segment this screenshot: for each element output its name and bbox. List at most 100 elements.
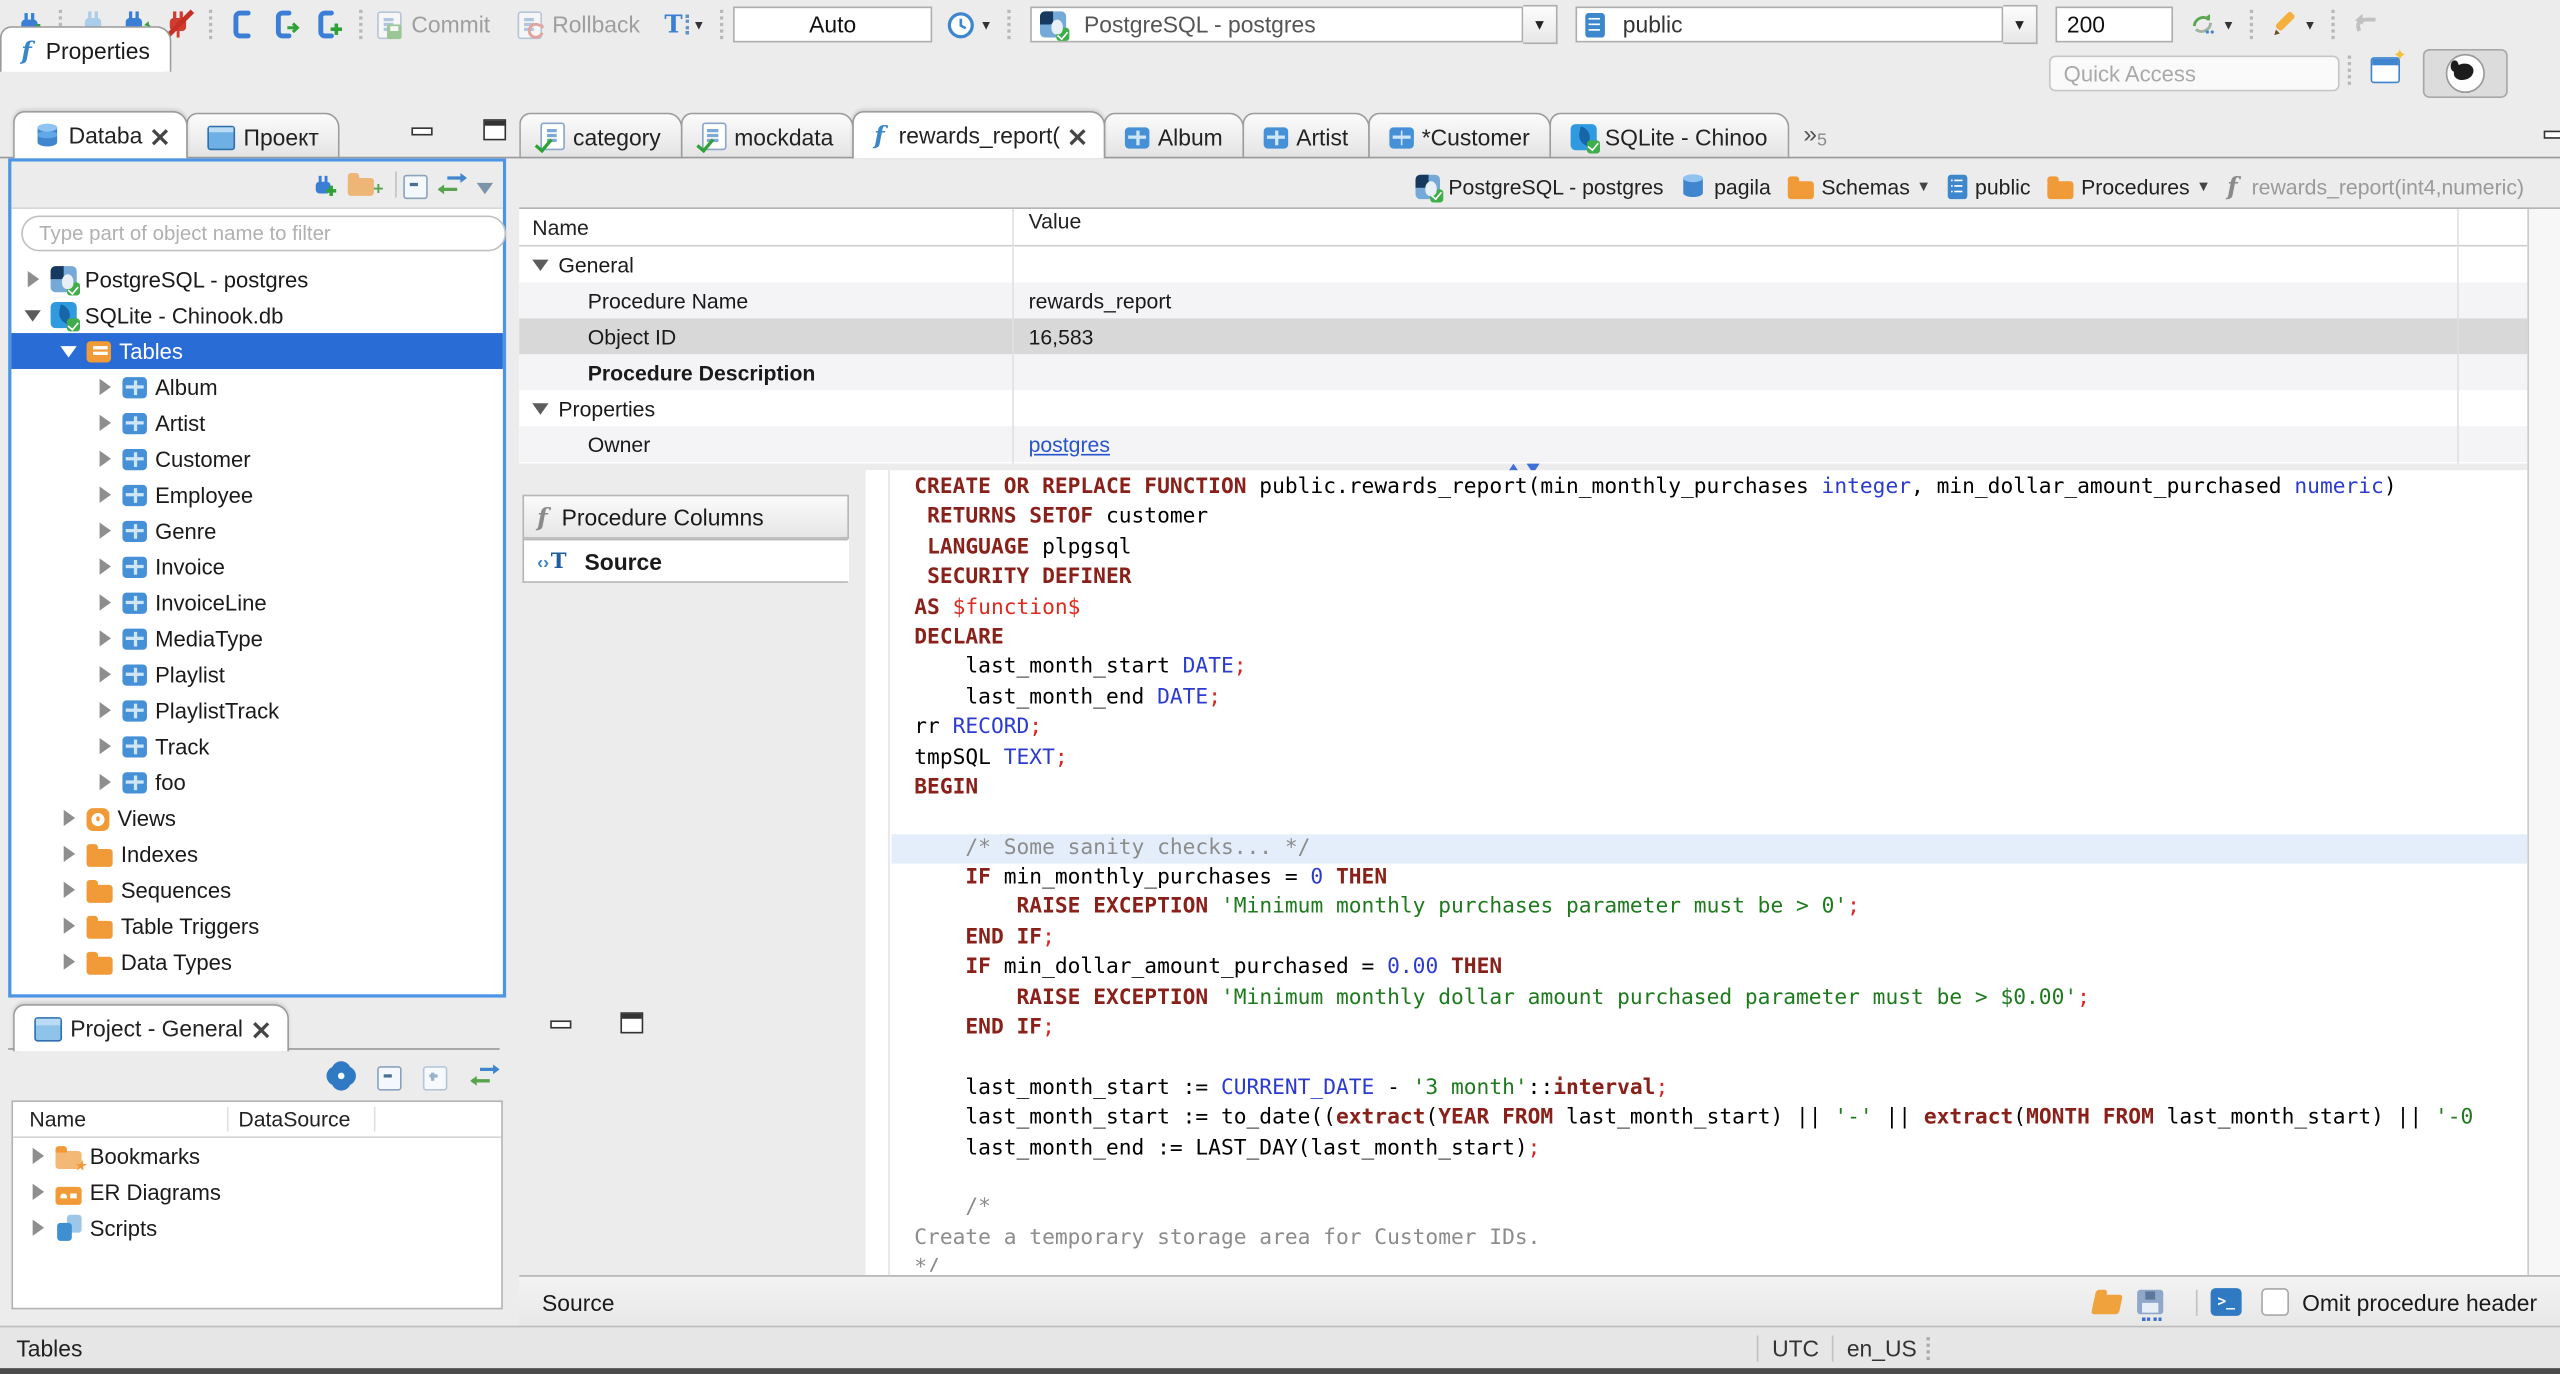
expander-icon[interactable] [96,521,116,541]
editor-scrollbar[interactable] [2527,208,2560,1276]
quick-access-input[interactable]: Quick Access [2048,55,2340,92]
code-line[interactable]: last_month_start := to_date((extract(YEA… [891,1104,2527,1134]
collapse-all-icon[interactable] [403,173,428,199]
column-header-name[interactable]: Name [13,1106,229,1132]
tab-category[interactable]: category [519,112,682,159]
expander-icon[interactable] [60,808,80,828]
minimize-editor-icon[interactable] [2544,130,2560,146]
property-row-owner[interactable]: Owner postgres [519,426,2528,463]
expander-icon[interactable] [60,341,80,361]
expand-all-icon[interactable] [422,1065,448,1090]
code-line[interactable]: last_month_start DATE; [891,654,2527,684]
project-item-bookmarks[interactable]: Bookmarks [13,1138,501,1174]
connection-dropdown-button[interactable] [1523,4,1558,45]
code-line[interactable]: Create a temporary storage area for Cust… [891,1224,2527,1254]
transaction-mode-button[interactable]: ▼ [664,10,705,39]
open-in-console-icon[interactable] [2210,1288,2242,1316]
tree-item-track[interactable]: Track [11,728,502,764]
status-locale[interactable]: en_US [1847,1336,1917,1362]
new-folder-icon[interactable]: + [347,171,384,199]
code-line[interactable] [891,1164,2527,1194]
property-row-object-id[interactable]: Object ID 16,583 [519,318,2528,355]
minimize-icon[interactable] [411,127,433,142]
schema-selector[interactable]: public [1575,4,2038,45]
code-line[interactable]: /* [891,1194,2527,1224]
perspective-icon[interactable] [2370,47,2407,84]
gear-icon[interactable] [327,1061,356,1090]
omit-header-checkbox[interactable] [2261,1288,2290,1316]
grid-column-divider[interactable] [2457,208,2459,464]
transaction-log-button[interactable]: ▼ [945,9,993,40]
tree-item-customer[interactable]: Customer [11,441,502,477]
code-line[interactable]: RAISE EXCEPTION 'Minimum monthly purchas… [891,894,2527,924]
compare-pen-button[interactable]: ▼ [2268,8,2316,41]
column-header-datasource[interactable]: DataSource [229,1106,376,1132]
tab-mockdata[interactable]: mockdata [680,112,855,159]
expander-icon[interactable] [96,664,116,684]
code-line[interactable]: BEGIN [891,774,2527,804]
code-line[interactable]: tmpSQL TEXT; [891,744,2527,774]
code-line[interactable]: CREATE OR REPLACE FUNCTION public.reward… [891,473,2527,503]
tab-sqlite-chinook[interactable]: SQLite - Chinoo [1549,112,1789,159]
tree-item-tables[interactable]: Tables [11,333,503,369]
tab-database-navigator[interactable]: Databa [13,111,189,159]
tab-customer[interactable]: *Customer [1367,112,1551,159]
code-line[interactable]: RETURNS SETOF customer [891,503,2527,533]
load-from-file-icon[interactable] [2091,1294,2123,1315]
code-line[interactable]: last_month_end DATE; [891,684,2527,714]
code-line[interactable]: rr RECORD; [891,714,2527,744]
column-header-name[interactable]: Name [519,209,1012,245]
expander-icon[interactable] [96,629,116,649]
project-item-er-diagrams[interactable]: ER Diagrams [13,1174,501,1210]
new-connection-icon[interactable] [307,171,340,197]
tree-item-postgres-connection[interactable]: PostgreSQL - postgres [11,261,502,297]
expander-icon[interactable] [60,952,80,972]
breadcrumb-item-procedure[interactable]: rewards_report(int4,numeric) [2227,173,2524,199]
sql-editor-icon[interactable] [227,8,260,41]
status-timezone[interactable]: UTC [1772,1336,1819,1362]
rollback-button[interactable]: Rollback [517,11,640,40]
expander-icon[interactable] [96,593,116,613]
tree-item-employee[interactable]: Employee [11,477,502,513]
tree-item-artist[interactable]: Artist [11,405,502,441]
property-row-procedure-name[interactable]: Procedure Name rewards_report [519,282,2528,319]
open-sql-script-icon[interactable] [269,8,302,41]
code-line[interactable]: SECURITY DEFINER [891,564,2527,594]
column-header-value[interactable]: Value [1012,209,2527,245]
maximize-icon[interactable] [482,119,506,141]
tab-artist[interactable]: Artist [1242,112,1370,159]
connection-selector[interactable]: PostgreSQL - postgres [1030,4,1558,45]
subtab-source[interactable]: Source [522,538,849,583]
expander-icon[interactable] [60,916,80,936]
close-icon[interactable] [1070,128,1085,143]
view-menu-icon[interactable] [476,182,494,195]
code-line[interactable]: END IF; [891,1014,2527,1044]
code-line[interactable]: LANGUAGE plpgsql [891,534,2527,564]
code-line[interactable] [891,1044,2527,1074]
expander-icon[interactable] [96,557,116,577]
breadcrumb-item-schema[interactable]: public [1947,173,2031,199]
link-with-editor-icon[interactable] [469,1063,502,1089]
breadcrumb-item-database[interactable]: pagila [1680,173,1771,199]
expander-icon[interactable] [29,1182,49,1202]
expander-icon[interactable] [96,413,116,433]
expander-icon[interactable] [532,398,552,418]
expander-icon[interactable] [24,305,44,325]
code-area[interactable]: CREATE OR REPLACE FUNCTION public.reward… [891,473,2528,1272]
dbeaver-perspective-button[interactable] [2422,48,2508,98]
property-row-procedure-description[interactable]: Procedure Description [519,354,2528,391]
code-line[interactable]: last_month_end := LAST_DAY(last_month_st… [891,1134,2527,1164]
grid-column-divider[interactable] [1012,208,1014,464]
tree-item-sequences[interactable]: Sequences [11,872,502,908]
code-line[interactable]: AS $function$ [891,594,2527,624]
code-line[interactable]: IF min_monthly_purchases = 0 THEN [891,864,2527,894]
tree-item-album[interactable]: Album [11,369,502,405]
code-line[interactable]: END IF; [891,924,2527,954]
tree-item-invoice[interactable]: Invoice [11,549,502,585]
expander-icon[interactable] [60,844,80,864]
code-line[interactable]: /* Some sanity checks... */ [891,833,2528,864]
tree-item-playlist[interactable]: Playlist [11,656,502,692]
property-row-general[interactable]: General [519,247,2527,283]
tab-overflow-button[interactable]: 5 [1803,120,1827,150]
commit-mode-combo[interactable]: Auto [733,6,933,43]
